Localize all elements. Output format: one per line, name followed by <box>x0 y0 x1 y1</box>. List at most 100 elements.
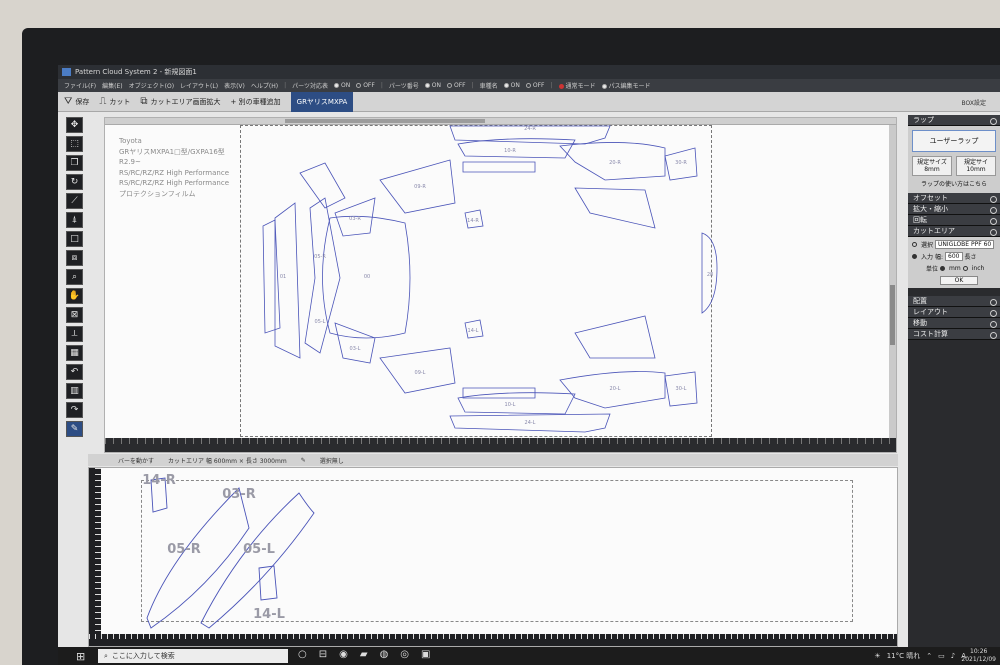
menu-view[interactable]: 表示(V) <box>224 81 245 90</box>
part-label: 20-L <box>610 386 621 392</box>
app-icon[interactable]: ◍ <box>380 649 389 660</box>
select-tool-icon[interactable]: ⬚ <box>66 136 83 152</box>
radio-on-icon <box>601 84 607 89</box>
pen-tool-icon[interactable]: ✎ <box>66 421 83 437</box>
cut-area-section-header[interactable]: カットエリア <box>908 226 1000 237</box>
node-tool-icon[interactable]: ⍋ <box>66 212 83 228</box>
wrap-section: ユーザーラップ 規定サイズ 8mm 規定サイ 10mm ラップの使い方はこちら <box>908 126 1000 193</box>
fit-tool-icon[interactable]: ⊠ <box>66 307 83 323</box>
hand-tool-icon[interactable]: ✋ <box>66 288 83 304</box>
part-label: 20-R <box>609 160 621 166</box>
layer-tool-icon[interactable]: ⧈ <box>66 250 83 266</box>
undo-tool-icon[interactable]: ↶ <box>66 364 83 380</box>
ok-button[interactable]: OK <box>940 276 978 285</box>
widgets-icon[interactable]: ⊟ <box>319 649 327 660</box>
rotate-tool-icon[interactable]: ↻ <box>66 174 83 190</box>
menu-help[interactable]: ヘルプ(H) <box>251 81 278 90</box>
scale-section-header[interactable]: 拡大・縮小 <box>908 204 1000 215</box>
toolbar: ⛛ 保存 ⎍ カット ⧉ カットエリア画面拡大 + 別の車種追加 GRヤリスMX… <box>58 91 1000 112</box>
tray-expand-icon[interactable]: ⌃ <box>926 652 932 660</box>
radio-on-icon[interactable] <box>912 254 917 259</box>
part-label: 30-R <box>675 160 687 166</box>
pattern-cloud-icon[interactable]: ▣ <box>421 649 430 660</box>
move-bar-hint[interactable]: バーを動かす <box>118 456 154 465</box>
parts-number-on[interactable]: ON <box>424 82 441 89</box>
task-view-icon[interactable]: ○ <box>298 649 307 660</box>
taskbar-clock[interactable]: 10:26 2021/12/09 <box>961 648 996 664</box>
menu-layout[interactable]: レイアウト(L) <box>180 81 218 90</box>
part-label: 10-L <box>505 402 516 408</box>
parts-number-off[interactable]: OFF <box>446 82 466 89</box>
car-name-on[interactable]: ON <box>503 82 520 89</box>
cut-part-label: 14-L <box>253 607 285 622</box>
cost-section-header[interactable]: コスト計算 <box>908 329 1000 340</box>
cut-area-size: カットエリア 幅 600mm × 長さ 3000mm <box>168 457 287 465</box>
measure-tool-icon[interactable]: ⟂ <box>66 326 83 342</box>
folder-icon[interactable]: ▰ <box>360 649 368 660</box>
scroll-thumb[interactable] <box>890 285 895 345</box>
user-wrap-button[interactable]: ユーザーラップ <box>912 130 996 152</box>
radio-off-icon[interactable] <box>962 266 968 271</box>
cut-part-label: 05-L <box>243 542 275 557</box>
save-button[interactable]: ⛛ 保存 <box>64 96 89 107</box>
volume-icon[interactable]: ♪ <box>951 652 955 660</box>
right-panel: ラップ ユーザーラップ 規定サイズ 8mm 規定サイ 10mm ラップの使い方は… <box>908 115 1000 647</box>
part-label: 10-R <box>504 148 516 154</box>
car-pattern-drawing[interactable]: 24-R 10-R 20-R 09-R 30-R 14-R 03-R 05-R … <box>105 118 898 454</box>
move-section-header[interactable]: 移動 <box>908 318 1000 329</box>
edge-icon[interactable]: ◉ <box>339 649 348 660</box>
radio-on-icon[interactable] <box>940 266 946 271</box>
save-icon: ⛛ <box>64 96 73 107</box>
redo-tool-icon[interactable]: ↷ <box>66 402 83 418</box>
menu-object[interactable]: オブジェクト(O) <box>129 81 174 90</box>
normal-mode[interactable]: 通常モード <box>558 81 596 90</box>
layout-place-section-header[interactable]: 配置 <box>908 296 1000 307</box>
weather-icon: ☀ <box>874 652 881 660</box>
grid-tool-icon[interactable]: ▦ <box>66 345 83 361</box>
copy-tool-icon[interactable]: ❐ <box>66 155 83 171</box>
screen: Pattern Cloud System 2 - 新規図面1 ファイル(F) 編… <box>58 65 1000 665</box>
rectangle-tool-icon[interactable]: □ <box>66 231 83 247</box>
ruler-ticks <box>89 634 897 639</box>
chrome-icon[interactable]: ◎ <box>400 649 409 660</box>
rotate-section-header[interactable]: 回転 <box>908 215 1000 226</box>
cut-preview-canvas[interactable]: 14-R 03-R 05-R 05-L 14-L <box>88 467 898 647</box>
vertical-scrollbar[interactable] <box>889 125 896 441</box>
tab-gr-yaris[interactable]: GRヤリスMXPA <box>290 91 354 112</box>
menu-file[interactable]: ファイル(F) <box>64 81 96 90</box>
width-input[interactable]: 600 <box>945 252 963 261</box>
zoom-tool-icon[interactable]: ⌕ <box>66 269 83 285</box>
cut-preview-drawing[interactable]: 14-R 03-R 05-R 05-L 14-L <box>89 468 899 648</box>
menu-separator: | <box>380 82 383 89</box>
material-select[interactable]: UNIGLOBE PPF 60 <box>935 240 995 249</box>
preset-size-8mm-button[interactable]: 規定サイズ 8mm <box>912 156 952 176</box>
mode-dot-icon <box>558 84 564 89</box>
preset-size-10mm-button[interactable]: 規定サイ 10mm <box>956 156 996 176</box>
search-placeholder: ここに入力して検索 <box>111 652 175 660</box>
panel-spacer <box>908 288 1000 296</box>
box-settings-button[interactable]: BOX設定 <box>962 98 986 107</box>
parts-table-off[interactable]: OFF <box>356 82 375 89</box>
menu-edit[interactable]: 編集(E) <box>102 81 122 90</box>
cut-button[interactable]: ⎍ カット <box>99 96 130 107</box>
radio-off-icon[interactable] <box>912 242 917 247</box>
cut-area-zoom-button[interactable]: ⧉ カットエリア画面拡大 <box>140 96 220 107</box>
delete-tool-icon[interactable]: ▥ <box>66 383 83 399</box>
wrap-section-header[interactable]: ラップ <box>908 115 1000 126</box>
taskbar-search[interactable]: ⌕ ここに入力して検索 <box>98 649 288 663</box>
design-canvas[interactable]: Toyota GRヤリスMXPA1□型/GXPA16型 R2.9~ RS/RC/… <box>104 117 897 453</box>
car-name-off[interactable]: OFF <box>525 82 544 89</box>
part-label: 28 <box>707 272 713 278</box>
path-edit-mode[interactable]: パス編集モード <box>601 81 651 90</box>
weather-text[interactable]: 11°C 晴れ <box>887 651 921 661</box>
windows-start-icon[interactable]: ⊞ <box>76 650 85 663</box>
wrap-help-link[interactable]: ラップの使い方はこちら <box>912 179 996 188</box>
move-tool-icon[interactable]: ✥ <box>66 117 83 133</box>
cut-area-section: 選択 UNIGLOBE PPF 60 入力 幅: 600 長さ 単位 mm in… <box>908 237 1000 288</box>
add-other-car-button[interactable]: + 別の車種追加 <box>231 97 281 107</box>
offset-section-header[interactable]: オフセット <box>908 193 1000 204</box>
parts-table-on[interactable]: ON <box>333 82 350 89</box>
layout-section-header[interactable]: レイアウト <box>908 307 1000 318</box>
network-icon[interactable]: ▭ <box>938 652 945 660</box>
line-tool-icon[interactable]: ⟋ <box>66 193 83 209</box>
